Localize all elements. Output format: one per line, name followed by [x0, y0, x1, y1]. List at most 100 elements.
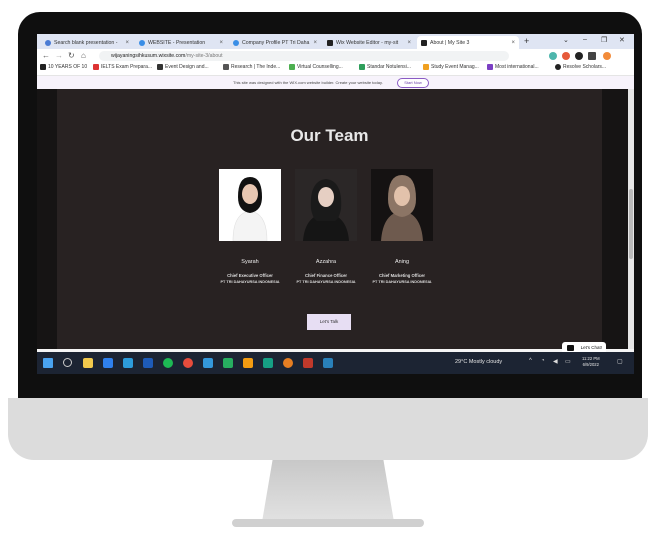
- tab-label: Search blank presentation -: [54, 39, 118, 46]
- tab-wix-editor[interactable]: Wix Website Editor - my-sit ×: [323, 36, 415, 49]
- wix-banner: This site was designed with the WIX.com …: [37, 76, 634, 89]
- wix-icon: [421, 39, 427, 46]
- system-clock[interactable]: 11:22 PM 6/9/2022: [582, 356, 600, 368]
- browser-toolbar: ← → ↻ ⌂ wijayaningsihkusum.wixsite.com/m…: [37, 49, 634, 63]
- weather-widget[interactable]: 29°C Mostly cloudy: [455, 359, 502, 365]
- start-now-button[interactable]: Start Now: [397, 78, 429, 88]
- tab-company-profile[interactable]: Company Profile PT Tri Daha ×: [229, 36, 321, 49]
- avatar[interactable]: [603, 52, 611, 60]
- notification-icon[interactable]: ▢: [617, 358, 623, 365]
- bookmark-item[interactable]: Standar Notulensi...: [359, 64, 411, 70]
- back-icon[interactable]: ←: [42, 51, 50, 60]
- monitor-base: [232, 519, 424, 527]
- slides-icon: [233, 39, 239, 46]
- chrome-icon[interactable]: [283, 358, 293, 368]
- bookmark-item[interactable]: IELTS Exam Prepara...: [93, 64, 152, 70]
- volume-icon[interactable]: ◀: [553, 358, 558, 365]
- tab-search-presentation[interactable]: Search blank presentation - ×: [41, 36, 133, 49]
- maximize-icon[interactable]: ❐: [601, 36, 607, 44]
- slides-icon: [139, 39, 145, 46]
- extension-icon[interactable]: [562, 52, 570, 60]
- search-icon[interactable]: [63, 358, 72, 367]
- close-window-icon[interactable]: ✕: [619, 36, 625, 44]
- bookmark-icon: [555, 64, 561, 70]
- acrobat-icon[interactable]: [303, 358, 313, 368]
- bookmark-icon: [289, 64, 295, 70]
- bookmark-item[interactable]: Resolve Scholars...: [555, 64, 606, 70]
- file-explorer-icon[interactable]: [83, 358, 93, 368]
- lets-talk-button[interactable]: Let's Talk: [307, 314, 351, 330]
- puzzle-icon[interactable]: [575, 52, 583, 60]
- reload-icon[interactable]: ↻: [68, 51, 75, 60]
- app-icon[interactable]: [323, 358, 333, 368]
- windows-taskbar: 29°C Mostly cloudy ^ ◔ ◀ ▭ 11:22 PM 6/9/…: [37, 352, 634, 374]
- chevron-up-icon[interactable]: ^: [529, 358, 532, 364]
- close-icon[interactable]: ×: [125, 40, 129, 46]
- app-icon[interactable]: [263, 358, 273, 368]
- bookmark-icon: [93, 64, 99, 70]
- bookmark-item[interactable]: Virtual Counselling...: [289, 64, 343, 70]
- chat-label: Let's Chat!: [580, 345, 602, 350]
- bookmark-item[interactable]: Event Design and...: [157, 64, 209, 70]
- tab-label: About | My Site 3: [430, 39, 470, 46]
- member-role: Chief Marketing Officer: [378, 273, 426, 278]
- network-icon[interactable]: ◔: [541, 358, 545, 364]
- member-company: PT TRI DAHAYURSA INDONESIA: [296, 280, 356, 284]
- mail-icon[interactable]: [103, 358, 113, 368]
- windows-start-icon[interactable]: [43, 358, 53, 368]
- member-role: Chief Finance Officer: [304, 273, 348, 278]
- bookmark-icon: [359, 64, 365, 70]
- store-icon[interactable]: [123, 358, 133, 368]
- close-icon[interactable]: ×: [407, 40, 411, 46]
- chevron-down-icon[interactable]: ⌄: [563, 36, 569, 44]
- tab-label: WEBSITE - Presentation: [148, 39, 206, 46]
- member-name: Syarah: [241, 259, 259, 265]
- excel-icon[interactable]: [223, 358, 233, 368]
- team-section: Our Team Syarah Chief Executive Officer …: [57, 89, 602, 349]
- bookmark-icon: [487, 64, 493, 70]
- app-icon[interactable]: [183, 358, 193, 368]
- close-icon[interactable]: ×: [511, 40, 515, 46]
- new-tab-button[interactable]: +: [524, 36, 529, 46]
- wix-icon: [327, 39, 333, 46]
- bookmark-item[interactable]: 10 YEARS OF 10: [40, 64, 87, 70]
- minimize-icon[interactable]: –: [583, 36, 587, 43]
- monitor-chin: [8, 398, 648, 460]
- spotify-icon[interactable]: [163, 358, 173, 368]
- scrollbar[interactable]: [628, 89, 634, 349]
- tab-about[interactable]: About | My Site 3 ×: [417, 36, 519, 49]
- close-icon[interactable]: ×: [219, 40, 223, 46]
- tab-website-presentation[interactable]: WEBSITE - Presentation ×: [135, 36, 227, 49]
- page-title: Our Team: [290, 126, 369, 145]
- member-name: Aning: [394, 259, 410, 265]
- bookmark-item[interactable]: Study Event Manag...: [423, 64, 479, 70]
- tab-label: Wix Website Editor - my-sit: [336, 39, 399, 46]
- battery-icon[interactable]: ▭: [565, 358, 571, 365]
- scrollbar-thumb[interactable]: [629, 189, 633, 259]
- member-photo: [295, 169, 357, 241]
- app-icon[interactable]: [203, 358, 213, 368]
- google-icon: [45, 39, 51, 46]
- banner-text: This site was designed with the WIX.com …: [233, 80, 383, 85]
- member-company: PT TRI DAHAYURSA INDONESIA: [372, 280, 432, 284]
- clock-date: 6/9/2022: [582, 362, 599, 367]
- bookmark-item[interactable]: Research | The Inde...: [223, 64, 280, 70]
- close-icon[interactable]: ×: [313, 40, 317, 46]
- screen: Search blank presentation - × WEBSITE - …: [37, 34, 634, 374]
- address-bar[interactable]: wijayaningsihkusum.wixsite.com/my-site-3…: [99, 51, 509, 61]
- home-icon[interactable]: ⌂: [81, 51, 86, 60]
- bookmark-icon: [423, 64, 429, 70]
- forward-icon[interactable]: →: [55, 51, 63, 60]
- bookmark-icon: [223, 64, 229, 70]
- member-photo: [371, 169, 433, 241]
- extension-icon[interactable]: [549, 52, 557, 60]
- monitor-stand: [262, 460, 394, 522]
- word-icon[interactable]: [143, 358, 153, 368]
- bookmark-item[interactable]: Most international...: [487, 64, 539, 70]
- app-icon[interactable]: [243, 358, 253, 368]
- url-path: /my-site-3/about: [185, 53, 223, 59]
- sidebar-icon[interactable]: [588, 52, 596, 60]
- tab-label: Company Profile PT Tri Daha: [242, 39, 310, 46]
- bookmarks-bar: 10 YEARS OF 10 IELTS Exam Prepara... Eve…: [37, 63, 634, 76]
- url-host: wijayaningsihkusum.wixsite.com: [111, 53, 186, 59]
